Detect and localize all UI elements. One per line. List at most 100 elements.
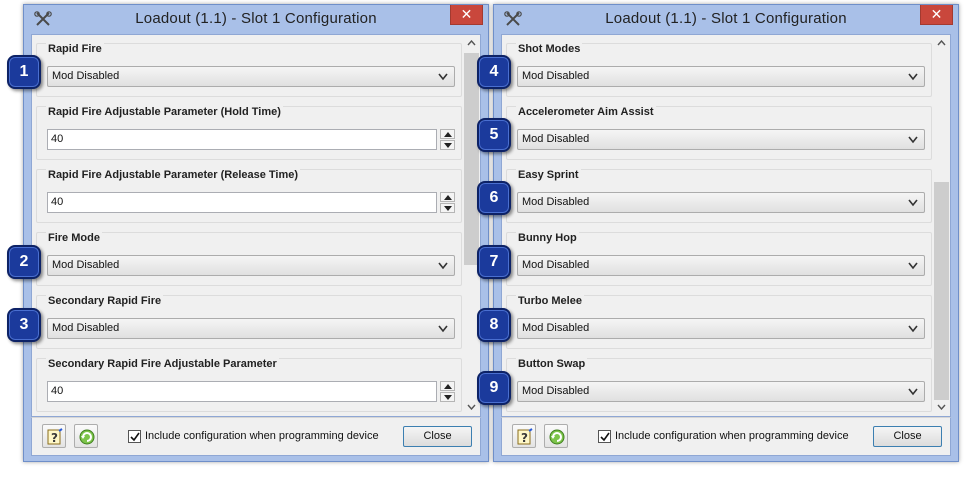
hold-time-input[interactable]: 40: [47, 129, 437, 150]
triangle-down-icon: [444, 143, 452, 148]
scroll-up-button[interactable]: [463, 35, 480, 52]
settings-panel: Rapid Fire Mod Disabled Rapid Fire Adjus…: [31, 34, 481, 417]
turbo-melee-select[interactable]: Mod Disabled: [517, 318, 925, 339]
config-window-left: Loadout (1.1) - Slot 1 Configuration ✕ R…: [23, 4, 489, 462]
chevron-down-icon: [908, 262, 918, 270]
group-button-swap: Button Swap Mod Disabled: [506, 358, 932, 412]
include-config-checkbox[interactable]: [128, 430, 141, 443]
group-secondary-rapid-fire: Secondary Rapid Fire Mod Disabled: [36, 295, 462, 349]
dialog-footer: ? Include configuration when programming…: [501, 417, 951, 456]
checkmark-icon: [130, 432, 140, 442]
group-label: Fire Mode: [46, 232, 102, 244]
triangle-down-icon: [444, 395, 452, 400]
triangle-up-icon: [444, 132, 452, 137]
group-easy-sprint: Easy Sprint Mod Disabled: [506, 169, 932, 223]
svg-text:?: ?: [521, 431, 528, 445]
select-value: Mod Disabled: [522, 259, 590, 271]
select-value: Mod Disabled: [522, 196, 590, 208]
group-label: Secondary Rapid Fire Adjustable Paramete…: [46, 358, 279, 370]
window-close-button[interactable]: ✕: [920, 5, 953, 25]
select-value: Mod Disabled: [52, 322, 120, 334]
group-label: Shot Modes: [516, 43, 583, 55]
stepper-up-button[interactable]: [440, 129, 455, 139]
stepper-down-button[interactable]: [440, 140, 455, 150]
group-turbo-melee: Turbo Melee Mod Disabled: [506, 295, 932, 349]
group-hold-time: Rapid Fire Adjustable Parameter (Hold Ti…: [36, 106, 462, 160]
bunny-hop-select[interactable]: Mod Disabled: [517, 255, 925, 276]
chevron-down-icon: [908, 388, 918, 396]
aim-assist-select[interactable]: Mod Disabled: [517, 129, 925, 150]
scroll-thumb[interactable]: [934, 182, 949, 400]
callout-badge-5: 5: [477, 118, 511, 152]
reset-arrow-icon: [79, 429, 95, 445]
vertical-scrollbar[interactable]: [463, 35, 480, 416]
select-value: Mod Disabled: [52, 70, 120, 82]
group-release-time: Rapid Fire Adjustable Parameter (Release…: [36, 169, 462, 223]
secondary-rapid-fire-select[interactable]: Mod Disabled: [47, 318, 455, 339]
group-label: Rapid Fire Adjustable Parameter (Hold Ti…: [46, 106, 283, 118]
secondary-parameter-stepper: [440, 381, 455, 402]
callout-badge-6: 6: [477, 181, 511, 215]
group-shot-modes: Shot Modes Mod Disabled: [506, 43, 932, 97]
callout-badge-3: 3: [7, 308, 41, 342]
settings-panel: Shot Modes Mod Disabled Accelerometer Ai…: [501, 34, 951, 417]
window-title: Loadout (1.1) - Slot 1 Configuration: [135, 10, 377, 27]
release-time-stepper: [440, 192, 455, 213]
hold-time-stepper: [440, 129, 455, 150]
desktop: Loadout (1.1) - Slot 1 Configuration ✕ R…: [0, 0, 965, 486]
callout-badge-8: 8: [477, 308, 511, 342]
chevron-down-icon: [908, 136, 918, 144]
stepper-down-button[interactable]: [440, 203, 455, 213]
chevron-down-icon: [908, 199, 918, 207]
group-label: Accelerometer Aim Assist: [516, 106, 656, 118]
close-button[interactable]: Close: [403, 426, 472, 447]
scroll-up-button[interactable]: [933, 35, 950, 52]
vertical-scrollbar[interactable]: [933, 35, 950, 416]
group-rapid-fire: Rapid Fire Mod Disabled: [36, 43, 462, 97]
chevron-down-icon: [438, 325, 448, 333]
checkbox-label: Include configuration when programming d…: [615, 430, 849, 442]
chevron-down-icon: [937, 404, 946, 410]
secondary-parameter-input[interactable]: 40: [47, 381, 437, 402]
reset-arrow-icon: [549, 429, 565, 445]
input-value: 40: [51, 196, 64, 208]
include-config-checkbox[interactable]: [598, 430, 611, 443]
group-label: Secondary Rapid Fire: [46, 295, 164, 307]
reset-button[interactable]: [74, 424, 98, 448]
close-button[interactable]: Close: [873, 426, 942, 447]
release-time-input[interactable]: 40: [47, 192, 437, 213]
rapid-fire-select[interactable]: Mod Disabled: [47, 66, 455, 87]
callout-badge-9: 9: [477, 371, 511, 405]
easy-sprint-select[interactable]: Mod Disabled: [517, 192, 925, 213]
stepper-up-button[interactable]: [440, 192, 455, 202]
chevron-down-icon: [438, 73, 448, 81]
title-bar[interactable]: Loadout (1.1) - Slot 1 Configuration ✕: [494, 5, 958, 33]
stepper-up-button[interactable]: [440, 381, 455, 391]
window-title: Loadout (1.1) - Slot 1 Configuration: [605, 10, 847, 27]
help-wizard-icon: ?: [47, 428, 63, 445]
stepper-down-button[interactable]: [440, 392, 455, 402]
group-label: Button Swap: [516, 358, 588, 370]
group-label: Easy Sprint: [516, 169, 581, 181]
group-label: Turbo Melee: [516, 295, 584, 307]
select-value: Mod Disabled: [52, 259, 120, 271]
group-label: Rapid Fire: [46, 43, 104, 55]
callout-badge-1: 1: [7, 55, 41, 89]
checkbox-label: Include configuration when programming d…: [145, 430, 379, 442]
help-wizard-button[interactable]: ?: [42, 424, 66, 448]
window-close-button[interactable]: ✕: [450, 5, 483, 25]
fire-mode-select[interactable]: Mod Disabled: [47, 255, 455, 276]
scroll-down-button[interactable]: [933, 399, 950, 416]
reset-button[interactable]: [544, 424, 568, 448]
shot-modes-select[interactable]: Mod Disabled: [517, 66, 925, 87]
chevron-up-icon: [467, 40, 476, 46]
input-value: 40: [51, 385, 64, 397]
help-wizard-button[interactable]: ?: [512, 424, 536, 448]
button-swap-select[interactable]: Mod Disabled: [517, 381, 925, 402]
title-bar[interactable]: Loadout (1.1) - Slot 1 Configuration ✕: [24, 5, 488, 33]
input-value: 40: [51, 133, 64, 145]
select-value: Mod Disabled: [522, 322, 590, 334]
scroll-thumb[interactable]: [464, 53, 479, 265]
callout-badge-4: 4: [477, 55, 511, 89]
config-window-right: Loadout (1.1) - Slot 1 Configuration ✕ S…: [493, 4, 959, 462]
